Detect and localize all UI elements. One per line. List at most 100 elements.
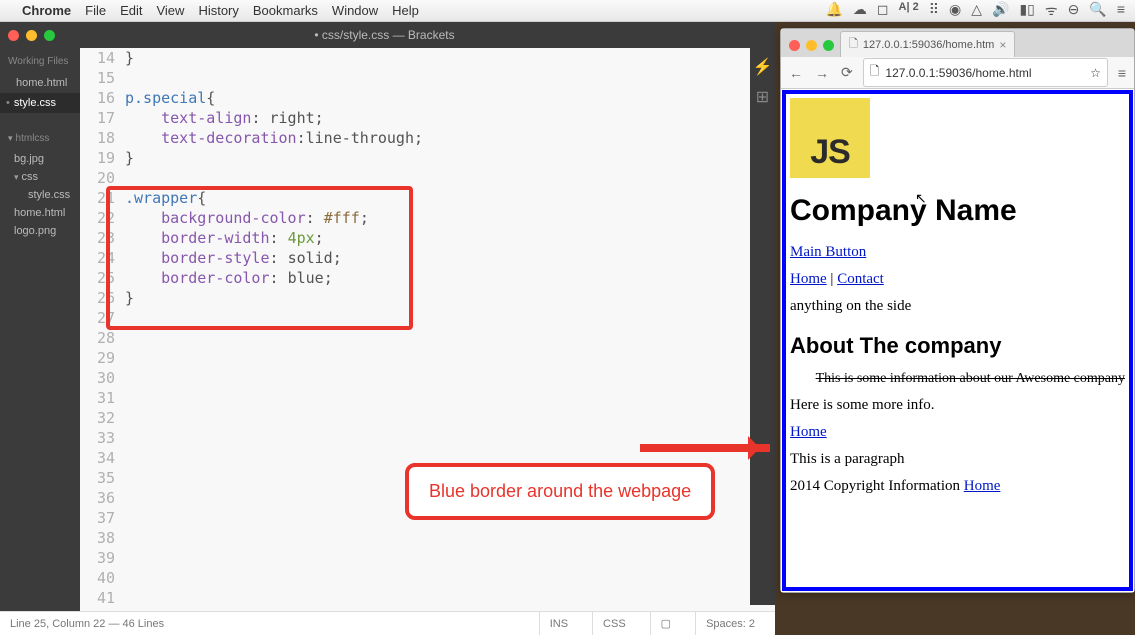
statusbar: Line 25, Column 22 — 46 Lines INS CSS ▢ … — [0, 611, 775, 635]
site-info-icon[interactable]: 🗋 — [870, 62, 880, 83]
tree-css[interactable]: css — [0, 168, 80, 186]
code-line[interactable]: 41 — [80, 588, 775, 608]
brackets-titlebar: • css/style.css — Brackets — [0, 22, 775, 48]
menu-view[interactable]: View — [156, 3, 184, 18]
tree-bg[interactable]: bg.jpg — [0, 150, 80, 168]
tree-style[interactable]: style.css — [0, 186, 80, 204]
tree-logo[interactable]: logo.png — [0, 222, 80, 240]
status-lang[interactable]: CSS — [592, 612, 636, 635]
chrome-toolbar: ← → ⟳ 🗋 127.0.0.1:59036/home.html ☆ ≡ — [781, 57, 1134, 89]
code-line[interactable]: 23 border-width: 4px; — [80, 228, 775, 248]
reload-button[interactable]: ⟳ — [839, 64, 855, 81]
tab-close-icon[interactable]: × — [999, 38, 1006, 52]
code-line[interactable]: 31 — [80, 388, 775, 408]
working-files-label: Working Files — [0, 50, 80, 73]
tab-title: 127.0.0.1:59036/home.htm — [863, 39, 994, 51]
back-button[interactable]: ← — [787, 65, 805, 81]
brackets-window: • css/style.css — Brackets Working Files… — [0, 22, 775, 635]
code-line[interactable]: 22 background-color: #fff; — [80, 208, 775, 228]
code-line[interactable]: 20 — [80, 168, 775, 188]
cloud-icon[interactable]: ☁ — [853, 1, 867, 20]
battery-icon[interactable]: ▮▯ — [1019, 1, 1034, 20]
chrome-minimize-button[interactable] — [806, 40, 817, 51]
page-viewport: JS Company Name Main Button Home | Conta… — [781, 89, 1134, 592]
brackets-right-toolbar: ⚡ ⊞ — [750, 45, 775, 605]
menu-edit[interactable]: Edit — [120, 3, 142, 18]
box-icon[interactable]: ◻ — [877, 1, 889, 20]
special-paragraph: This is some information about our Aweso… — [790, 371, 1125, 387]
menu-file[interactable]: File — [85, 3, 106, 18]
logo: JS — [790, 98, 870, 178]
code-line[interactable]: 18 text-decoration:line-through; — [80, 128, 775, 148]
footer-home-link[interactable]: Home — [964, 478, 1001, 494]
nav-contact[interactable]: Contact — [837, 271, 884, 287]
live-preview-icon[interactable]: ⚡ — [753, 57, 773, 77]
code-line[interactable]: 26} — [80, 288, 775, 308]
main-button-link[interactable]: Main Button — [790, 244, 866, 260]
nav-links: Home | Contact — [790, 271, 1125, 288]
about-heading: About The company — [790, 333, 1125, 359]
adobe-icon[interactable]: A| 2 — [899, 1, 919, 20]
menu-window[interactable]: Window — [332, 3, 378, 18]
close-button[interactable] — [8, 30, 19, 41]
code-editor[interactable]: 14}1516p.special{17 text-align: right;18… — [80, 48, 775, 611]
code-line[interactable]: 30 — [80, 368, 775, 388]
brackets-sidebar: Working Files home.html style.css htmlcs… — [0, 48, 80, 611]
footer: 2014 Copyright Information Home — [790, 478, 1125, 495]
home-link-2[interactable]: Home — [790, 424, 827, 440]
extensions-icon[interactable]: ⊞ — [756, 87, 769, 107]
paragraph: This is a paragraph — [790, 451, 1125, 468]
bell-icon[interactable]: 🔔 — [825, 1, 842, 20]
search-icon[interactable]: 🔍 — [1089, 1, 1106, 20]
code-line[interactable]: 42 — [80, 608, 775, 611]
code-line[interactable]: 21.wrapper{ — [80, 188, 775, 208]
code-line[interactable]: 19} — [80, 148, 775, 168]
sync-icon[interactable]: ◉ — [949, 1, 961, 20]
menu-help[interactable]: Help — [392, 3, 419, 18]
star-icon[interactable]: ☆ — [1090, 66, 1101, 80]
code-line[interactable]: 16p.special{ — [80, 88, 775, 108]
chrome-maximize-button[interactable] — [823, 40, 834, 51]
menubar-right-icons: 🔔 ☁ ◻ A| 2 ⠿ ◉ △ 🔊 ▮▯ ᯤ ⊖ 🔍 ≡ — [825, 1, 1125, 20]
clock-icon[interactable]: ⊖ — [1068, 1, 1080, 20]
status-ins[interactable]: INS — [539, 612, 578, 635]
code-line[interactable]: 39 — [80, 548, 775, 568]
project-label[interactable]: htmlcss — [0, 127, 80, 150]
chrome-tabbar: 🗋 127.0.0.1:59036/home.htm × — [781, 29, 1134, 57]
code-line[interactable]: 25 border-color: blue; — [80, 268, 775, 288]
browser-tab[interactable]: 🗋 127.0.0.1:59036/home.htm × — [840, 31, 1015, 57]
code-line[interactable]: 32 — [80, 408, 775, 428]
forward-button[interactable]: → — [813, 65, 831, 81]
code-line[interactable]: 27 — [80, 308, 775, 328]
code-line[interactable]: 17 text-align: right; — [80, 108, 775, 128]
code-line[interactable]: 40 — [80, 568, 775, 588]
dropbox-icon[interactable]: ⠿ — [929, 1, 939, 20]
tree-home[interactable]: home.html — [0, 204, 80, 222]
minimize-button[interactable] — [26, 30, 37, 41]
working-file-home[interactable]: home.html — [0, 73, 80, 93]
code-line[interactable]: 29 — [80, 348, 775, 368]
volume-icon[interactable]: 🔊 — [992, 1, 1009, 20]
mac-menubar: Chrome File Edit View History Bookmarks … — [0, 0, 1135, 22]
drive-icon[interactable]: △ — [971, 1, 982, 20]
wifi-icon[interactable]: ᯤ — [1045, 1, 1058, 20]
wrapper: JS Company Name Main Button Home | Conta… — [782, 90, 1133, 591]
menu-icon[interactable]: ≡ — [1117, 1, 1125, 20]
working-file-style[interactable]: style.css — [0, 93, 80, 113]
hamburger-icon[interactable]: ≡ — [1116, 65, 1128, 81]
status-spaces[interactable]: Spaces: 2 — [695, 612, 765, 635]
code-line[interactable]: 24 border-style: solid; — [80, 248, 775, 268]
code-line[interactable]: 14} — [80, 48, 775, 68]
code-line[interactable]: 38 — [80, 528, 775, 548]
code-line[interactable]: 15 — [80, 68, 775, 88]
menubar-app[interactable]: Chrome — [22, 3, 71, 18]
menu-bookmarks[interactable]: Bookmarks — [253, 3, 318, 18]
nav-home[interactable]: Home — [790, 271, 827, 287]
status-enc[interactable]: ▢ — [650, 612, 681, 635]
maximize-button[interactable] — [44, 30, 55, 41]
address-bar[interactable]: 🗋 127.0.0.1:59036/home.html ☆ — [863, 58, 1108, 87]
menu-history[interactable]: History — [198, 3, 238, 18]
code-line[interactable]: 28 — [80, 328, 775, 348]
status-cursor: Line 25, Column 22 — 46 Lines — [10, 618, 164, 630]
chrome-close-button[interactable] — [789, 40, 800, 51]
